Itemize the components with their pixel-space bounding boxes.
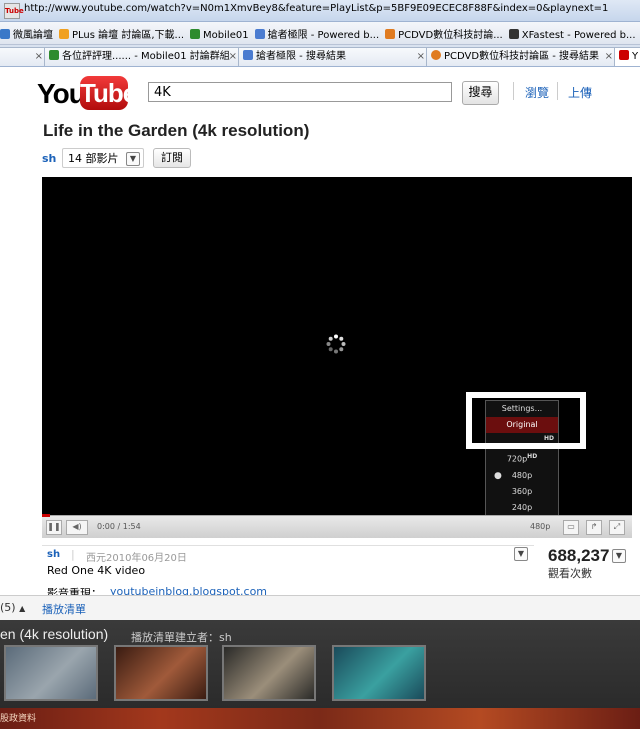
fullscreen-icon[interactable]: ⤢ xyxy=(609,520,625,535)
browse-link[interactable]: 瀏覽 xyxy=(525,84,549,101)
video-title: Life in the Garden (4k resolution) xyxy=(43,121,310,140)
share-icon[interactable]: ↱ xyxy=(586,520,602,535)
tab-3[interactable]: PCDVD數位科技討論區 - 搜尋結果 × xyxy=(426,47,618,66)
subscribe-button[interactable]: 訂閱 xyxy=(153,148,191,168)
close-icon[interactable]: × xyxy=(229,48,237,65)
bookmark-icon xyxy=(385,29,396,39)
playlist-tab[interactable]: 播放清單 xyxy=(42,601,86,617)
quality-button[interactable]: 480p xyxy=(530,522,550,531)
divider xyxy=(557,82,558,100)
playlist-title: en (4k resolution) xyxy=(0,626,109,642)
search-input[interactable]: 4K xyxy=(148,82,452,102)
tab-1[interactable]: 各位評評理...... - Mobile01 討論群組 × xyxy=(44,47,242,66)
bookmark-4[interactable]: PCDVD數位科技討論... xyxy=(385,26,503,41)
stats-chevron-icon[interactable]: ▼ xyxy=(612,549,626,563)
quality-option-480p[interactable]: ● 480p xyxy=(486,471,558,481)
bookmark-2[interactable]: Mobile01 xyxy=(190,29,249,41)
divider xyxy=(513,82,514,100)
video-count-dropdown[interactable]: 14 部影片 ▼ xyxy=(62,148,144,168)
bookmark-5[interactable]: XFastest - Powered b... xyxy=(508,29,636,41)
channel-link[interactable]: sh xyxy=(42,152,56,165)
divider: | xyxy=(71,548,75,561)
chevron-up-icon: ▲ xyxy=(19,604,26,613)
tab-youtube[interactable]: Y xyxy=(614,47,640,66)
progress-bar-played xyxy=(42,514,50,517)
playlist-thumbnail-3[interactable] xyxy=(222,645,316,701)
time-display: 0:00 / 1:54 xyxy=(97,522,141,531)
chevron-down-icon: ▼ xyxy=(126,152,140,166)
expand-info-icon[interactable]: ▼ xyxy=(514,547,528,561)
footer-text: 股政資料 xyxy=(0,714,37,724)
quality-option-240p[interactable]: 240p xyxy=(486,503,558,512)
bookmark-icon xyxy=(0,29,10,39)
bookmark-0[interactable]: 微風論壇 xyxy=(0,26,53,41)
bookmarks-bar: 微風論壇 PLus 論壇 討論區,下載... Mobile01 搶者極限 - Powe… xyxy=(0,22,640,45)
bookmark-icon xyxy=(254,29,265,39)
bookmark-icon xyxy=(190,29,201,39)
bookmark-3[interactable]: 搶者極限 - Powered b... xyxy=(254,26,379,41)
view-count: 688,237 xyxy=(548,546,610,565)
upload-date: 西元2010年06月20日 xyxy=(86,553,187,564)
quality-option-720p[interactable]: 720pHD xyxy=(486,453,558,464)
info-owner-link[interactable]: sh xyxy=(47,549,60,560)
url-text[interactable]: http://www.youtube.com/watch?v=N0m1XmvBe… xyxy=(24,3,608,14)
site-icon xyxy=(243,50,253,60)
playlist-thumbnail-1[interactable] xyxy=(4,645,98,701)
close-icon[interactable]: × xyxy=(605,48,613,65)
youtube-logo[interactable]: You Tube xyxy=(37,76,137,112)
player-controls: ❚❚ ◀) 0:00 / 1:54 480p ▭ ↱ ⤢ xyxy=(42,514,632,538)
loading-spinner-icon xyxy=(326,334,346,354)
playlist-creator: 播放清單建立者：sh xyxy=(131,631,232,644)
search-button[interactable]: 搜尋 xyxy=(462,81,499,105)
bookmark-1[interactable]: PLus 論壇 討論區,下載... xyxy=(59,26,184,41)
youtube-favicon-icon xyxy=(619,50,629,60)
volume-icon[interactable]: ◀) xyxy=(66,520,88,535)
selected-dot-icon: ● xyxy=(494,471,502,481)
playlist-thumbnail-2[interactable] xyxy=(114,645,208,701)
playlist-bar xyxy=(0,595,640,621)
tab-0[interactable]: × xyxy=(0,47,48,66)
bookmark-icon xyxy=(59,29,69,39)
highlight-box xyxy=(466,392,586,449)
site-icon xyxy=(431,50,441,60)
close-icon[interactable]: × xyxy=(35,48,43,65)
playlist-count[interactable]: (5) ▲ xyxy=(0,601,25,614)
close-icon[interactable]: × xyxy=(417,48,425,65)
view-count-label: 觀看次數 xyxy=(548,567,592,580)
mobile01-icon xyxy=(49,50,59,60)
bookmark-icon xyxy=(508,29,519,39)
pause-icon[interactable]: ❚❚ xyxy=(46,520,62,535)
video-description: Red One 4K video xyxy=(47,564,146,577)
youtube-favicon-icon: Tube xyxy=(4,3,24,19)
tab-2[interactable]: 搶者極限 - 搜尋結果 × xyxy=(238,47,430,66)
upload-link[interactable]: 上傳 xyxy=(568,84,592,101)
tab-bar: × 各位評評理...... - Mobile01 討論群組 × 搶者極限 - 搜尋… xyxy=(0,45,640,67)
playlist-thumbnail-4[interactable] xyxy=(332,645,426,701)
quality-option-360p[interactable]: 360p xyxy=(486,487,558,496)
popout-icon[interactable]: ▭ xyxy=(563,520,579,535)
address-bar[interactable]: Tube http://www.youtube.com/watch?v=N0m1… xyxy=(0,0,640,22)
desktop-background: 股政資料 xyxy=(0,708,640,729)
